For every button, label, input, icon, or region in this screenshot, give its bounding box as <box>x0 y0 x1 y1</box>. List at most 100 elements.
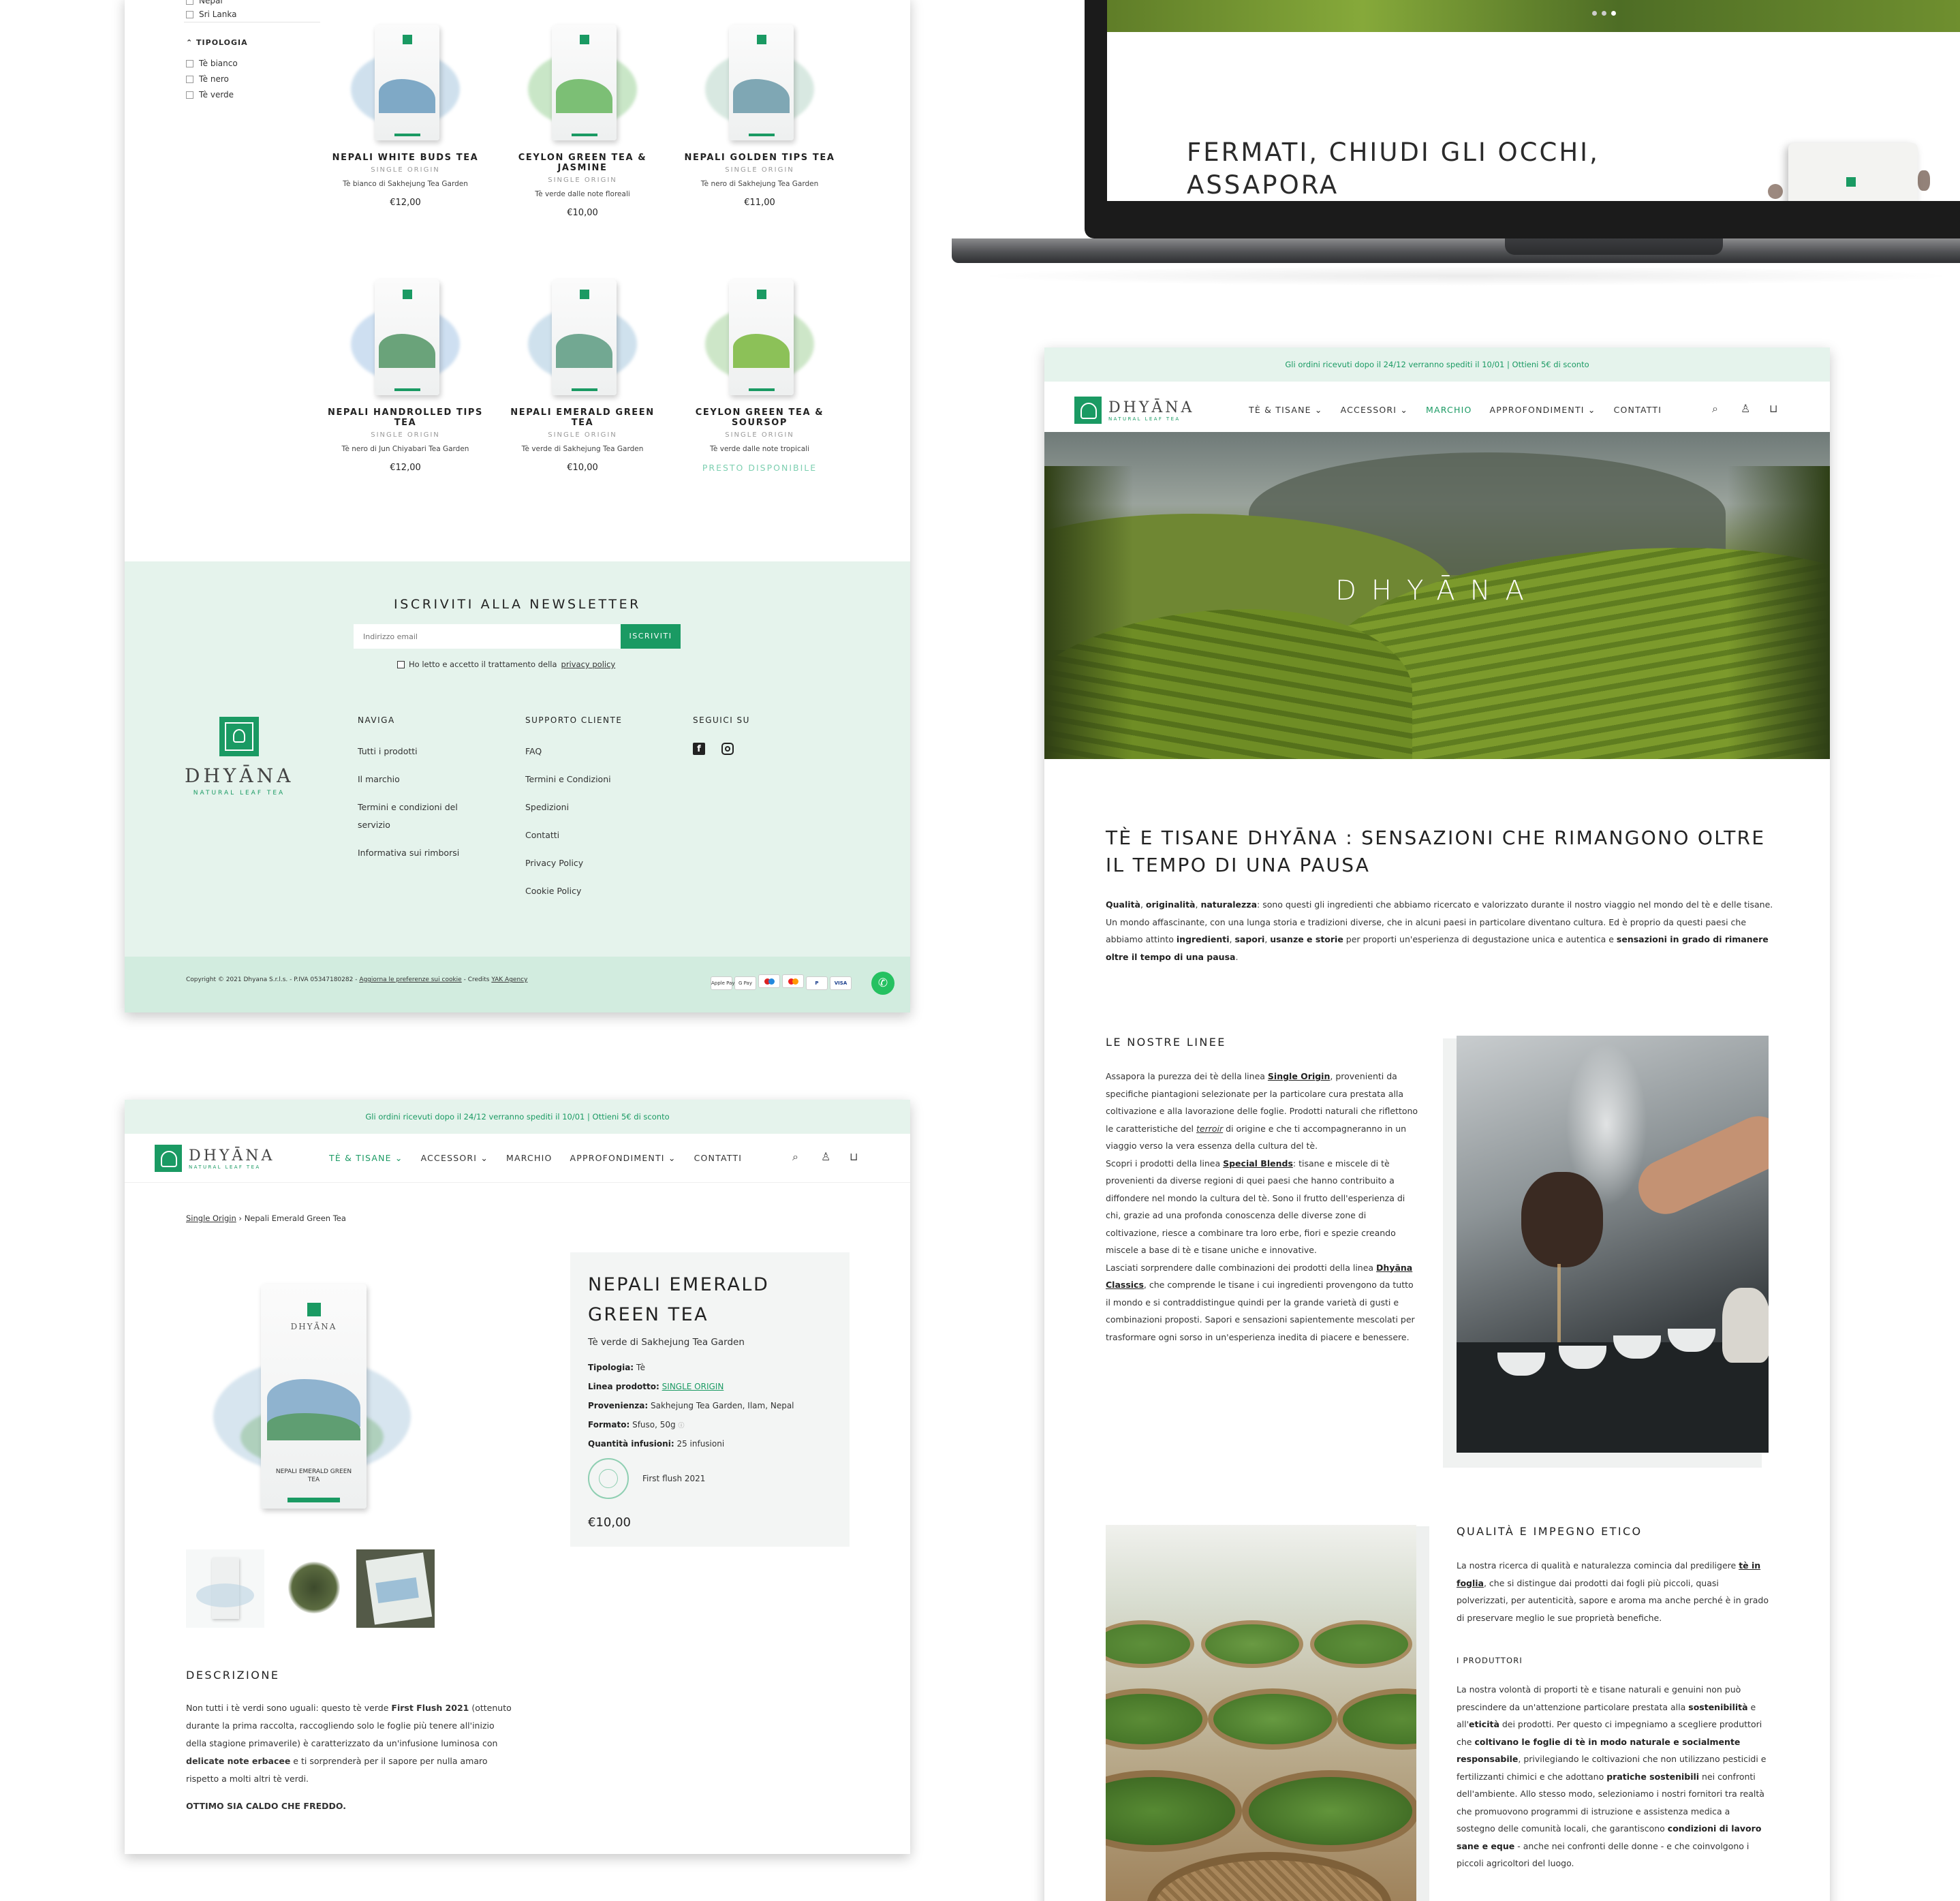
product-image[interactable] <box>691 266 828 402</box>
product-image[interactable] <box>691 11 828 147</box>
nav-marchio[interactable]: MARCHIO <box>506 1153 552 1163</box>
footer-link[interactable]: Spedizioni <box>525 799 675 816</box>
special-blends-link[interactable]: Special Blends <box>1223 1158 1293 1169</box>
brand-wordmark: DHYĀNA <box>185 764 294 787</box>
product-card[interactable]: NEPALI GOLDEN TIPS TEA SINGLE ORIGIN Tè … <box>681 11 838 208</box>
filter-origin-srilanka[interactable]: Sri Lanka <box>186 10 236 19</box>
filter-origin-nepal[interactable]: Nepal <box>186 0 223 5</box>
spec-label: Quantità infusioni: <box>588 1439 674 1449</box>
nav-approfondimenti[interactable]: APPROFONDIMENTI ⌄ <box>1490 405 1596 415</box>
product-thumbnail[interactable] <box>275 1549 353 1628</box>
footer-link[interactable]: Privacy Policy <box>525 854 675 872</box>
footer-link[interactable]: Termini e Condizioni <box>525 771 675 788</box>
footer-link[interactable]: Tutti i prodotti <box>358 743 508 760</box>
product-desc: Tè verde di Sakhejung Tea Garden <box>521 445 644 453</box>
single-origin-link[interactable]: Single Origin <box>1268 1071 1330 1081</box>
nav-te-tisane[interactable]: TÈ & TISANE ⌄ <box>1249 405 1323 415</box>
nav-label: TÈ & TISANE <box>1249 405 1311 415</box>
paypal-icon: P <box>806 976 828 990</box>
product-card[interactable]: NEPALI EMERALD GREEN TEA SINGLE ORIGIN T… <box>504 266 661 473</box>
filter-type-green[interactable]: Tè verde <box>186 90 234 99</box>
cart-icon[interactable]: ⊔ <box>850 1150 858 1163</box>
slider-dot[interactable] <box>1602 11 1606 16</box>
info-icon[interactable]: ⓘ <box>678 1423 684 1429</box>
product-name[interactable]: NEPALI WHITE BUDS TEA <box>327 153 484 163</box>
footer-link[interactable]: Informativa sui rimborsi <box>358 844 508 862</box>
filter-heading-label: TIPOLOGIA <box>196 38 248 47</box>
product-image[interactable] <box>337 11 473 147</box>
product-name[interactable]: NEPALI HANDROLLED TIPS TEA <box>327 407 484 428</box>
account-icon[interactable]: ♙ <box>821 1150 830 1163</box>
newsletter-email-input[interactable] <box>354 624 621 649</box>
filter-type-heading[interactable]: ⌃ TIPOLOGIA <box>186 38 248 47</box>
producers-bold: pratiche sostenibili <box>1606 1771 1700 1782</box>
account-icon[interactable]: ♙ <box>1741 402 1750 415</box>
main-nav: TÈ & TISANE ⌄ ACCESSORI ⌄ MARCHIO APPROF… <box>329 1153 742 1163</box>
slider-dot[interactable] <box>1592 11 1597 16</box>
nav-accessori[interactable]: ACCESSORI ⌄ <box>421 1153 488 1163</box>
header-logo[interactable]: DHYĀNA NATURAL LEAF TEA <box>155 1145 275 1172</box>
announcement-bar[interactable]: Gli ordini ricevuti dopo il 24/12 verran… <box>1044 347 1830 382</box>
product-card[interactable]: NEPALI WHITE BUDS TEA SINGLE ORIGIN Tè b… <box>327 11 484 208</box>
cookie-preferences-link[interactable]: Aggiorna le preferenze sui cookie <box>359 976 461 983</box>
cart-icon[interactable]: ⊔ <box>1769 402 1777 415</box>
lines-text: Assapora la purezza dei tè della linea S… <box>1106 1068 1419 1346</box>
footer-link[interactable]: Termini e condizioni del servizio <box>358 799 480 834</box>
intro-text: Qualità, originalità, naturalezza: sono … <box>1106 899 1773 962</box>
footer-link[interactable]: FAQ <box>525 743 675 760</box>
product-thumbnail[interactable] <box>356 1549 435 1628</box>
footer-link[interactable]: Il marchio <box>358 771 508 788</box>
product-main-image[interactable]: DHYĀNA NEPALI EMERALD GREEN TEA <box>213 1270 411 1515</box>
slider-dots[interactable] <box>1592 11 1616 16</box>
nav-accessori[interactable]: ACCESSORI ⌄ <box>1341 405 1408 415</box>
product-thumbnail[interactable] <box>186 1549 264 1628</box>
footer-link[interactable]: Cookie Policy <box>525 882 675 900</box>
whatsapp-icon[interactable]: ✆ <box>871 972 895 995</box>
product-name[interactable]: NEPALI EMERALD GREEN TEA <box>504 407 661 428</box>
privacy-policy-link[interactable]: privacy policy <box>561 660 616 669</box>
checkbox[interactable] <box>186 91 193 99</box>
search-icon[interactable]: ⌕ <box>792 1150 798 1164</box>
spec-value: 25 infusioni <box>676 1439 725 1449</box>
product-card[interactable]: CEYLON GREEN TEA & JASMINE SINGLE ORIGIN… <box>504 11 661 218</box>
checkbox[interactable] <box>186 75 193 83</box>
nav-approfondimenti[interactable]: APPROFONDIMENTI ⌄ <box>570 1153 676 1163</box>
privacy-checkbox[interactable] <box>397 660 405 668</box>
product-name[interactable]: NEPALI GOLDEN TIPS TEA <box>681 153 838 163</box>
search-icon[interactable]: ⌕ <box>1712 402 1718 416</box>
product-image[interactable] <box>514 266 651 402</box>
product-name[interactable]: CEYLON GREEN TEA & SOURSOP <box>681 407 838 428</box>
chevron-down-icon: ⌄ <box>1314 405 1323 415</box>
flush-label: First flush 2021 <box>642 1474 706 1483</box>
product-card[interactable]: CEYLON GREEN TEA & SOURSOP SINGLE ORIGIN… <box>681 266 838 473</box>
hero-title: DHYĀNA <box>1335 575 1539 606</box>
announcement-bar[interactable]: Gli ordini ricevuti dopo il 24/12 verran… <box>125 1100 910 1134</box>
terroir-link[interactable]: terroir <box>1196 1124 1223 1134</box>
checkbox[interactable] <box>186 10 193 18</box>
spec-row: Linea prodotto: SINGLE ORIGIN <box>588 1382 832 1391</box>
intro-bold: sapori <box>1234 934 1265 944</box>
filter-type-white[interactable]: Tè bianco <box>186 59 238 68</box>
filter-type-black[interactable]: Tè nero <box>186 74 229 84</box>
instagram-icon[interactable] <box>721 743 734 755</box>
product-line-link[interactable]: SINGLE ORIGIN <box>662 1382 724 1391</box>
nav-contatti[interactable]: CONTATTI <box>694 1153 743 1163</box>
footer-logo[interactable]: DHYĀNA NATURAL LEAF TEA <box>185 717 294 797</box>
checkbox[interactable] <box>186 59 193 67</box>
product-card[interactable]: NEPALI HANDROLLED TIPS TEA SINGLE ORIGIN… <box>327 266 484 473</box>
footer-link[interactable]: Contatti <box>525 826 675 844</box>
newsletter-subscribe-button[interactable]: ISCRIVITI <box>621 624 681 649</box>
facebook-icon[interactable]: f <box>693 743 705 755</box>
product-image[interactable] <box>514 11 651 147</box>
header-logo[interactable]: DHYĀNA NATURAL LEAF TEA <box>1074 397 1194 424</box>
credits-link[interactable]: YAK Agency <box>491 976 527 983</box>
nav-contatti[interactable]: CONTATTI <box>1614 405 1662 415</box>
checkbox[interactable] <box>186 0 193 5</box>
newsletter-title: ISCRIVITI ALLA NEWSLETTER <box>394 597 641 612</box>
breadcrumb-link[interactable]: Single Origin <box>186 1214 236 1223</box>
product-image[interactable] <box>337 266 473 402</box>
nav-te-tisane[interactable]: TÈ & TISANE ⌄ <box>329 1153 403 1163</box>
product-name[interactable]: CEYLON GREEN TEA & JASMINE <box>504 153 661 173</box>
nav-marchio[interactable]: MARCHIO <box>1426 405 1472 415</box>
slider-dot[interactable] <box>1611 11 1616 16</box>
